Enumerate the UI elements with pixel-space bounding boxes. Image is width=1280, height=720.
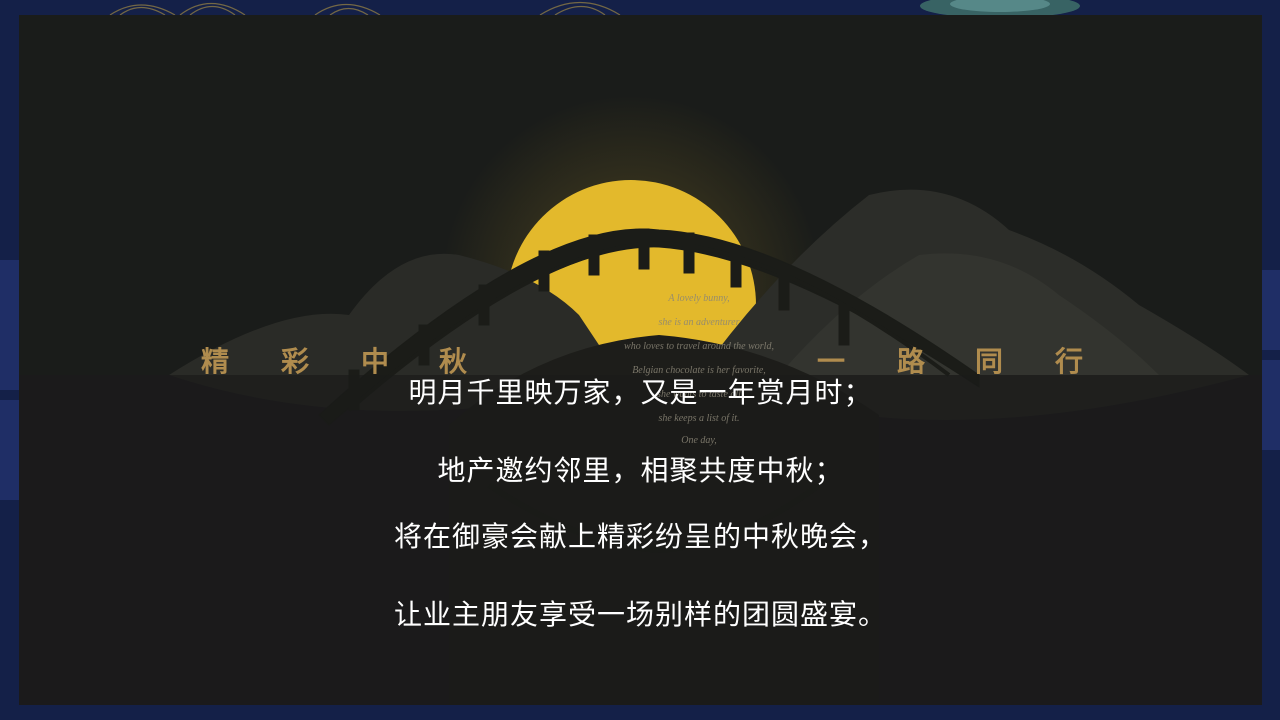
verse-line-1: 明月千里映万家，又是一年赏月时； [408,376,873,409]
poem-line: she keeps a list of it. [658,413,740,424]
poem-line: A lovely bunny, [668,293,730,304]
verse-line-3: 将在御豪会献上精彩纷呈的中秋晚会， [393,520,887,553]
poem-line: One day, [681,435,717,446]
slide-panel: 精 彩 中 秋 一 路 同 行 A lovely bunny, she is a… [19,15,1262,705]
verse-line-2: 地产邀约邻里，相聚共度中秋； [437,454,844,487]
poem-line: who loves to travel around the world, [624,341,774,352]
poem-line: she is an adventurer [658,317,740,328]
verse-line-4: 让业主朋友享受一场别样的团圆盛宴。 [393,598,887,631]
fan-pattern-icon [109,1,621,16]
